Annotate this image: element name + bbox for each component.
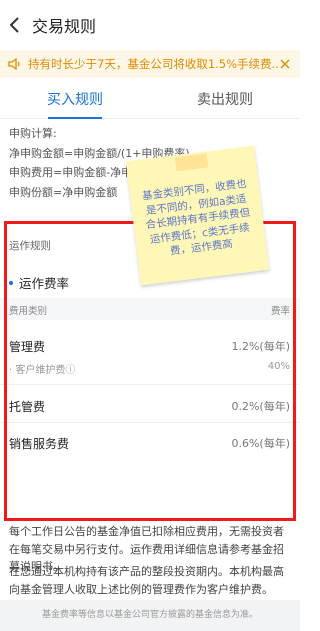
section-title: 运作规则 xyxy=(9,240,51,252)
close-icon[interactable] xyxy=(278,57,292,71)
fee-value: 0.6%(每年) xyxy=(231,437,290,450)
header-fee-type: 费用类别 xyxy=(9,306,48,317)
fee-name: 销售服务费 xyxy=(9,437,70,451)
fee-name: 管理费 xyxy=(9,340,46,354)
sub-title-text: 运作费率 xyxy=(19,276,70,291)
description-paragraph: 在您通过本机构持有该产品的整段投资期内。本机构最高向基金管理人收取上述比例的管理… xyxy=(9,565,284,596)
top-bar: 交易规则 xyxy=(0,0,300,50)
sticky-note: 基金类别不同，收费也是不同的，例如a类适合长期持有有手续费但运作费低；c类无手续… xyxy=(125,145,270,286)
back-button[interactable] xyxy=(0,0,30,50)
tab-bar: 买入规则 卖出规则 xyxy=(0,83,300,119)
tab-sell-rules[interactable]: 卖出规则 xyxy=(150,83,300,118)
footer-disclaimer: 基金费率等信息以基金公司官方披露的基金信息为准。 xyxy=(0,600,300,631)
fee-value: 1.2%(每年) xyxy=(231,340,290,353)
divider xyxy=(0,422,300,423)
tape-strip xyxy=(174,153,209,172)
bullet-dot xyxy=(9,280,13,285)
formula-heading: 申购计算: xyxy=(9,127,57,140)
sticky-note-text: 基金类别不同，收费也是不同的，例如a类适合长期持有有手续费但运作费低；c类无手续… xyxy=(141,177,251,258)
notice-bar[interactable]: 持有时长少于7天，基金公司将收取1.5%手续费... xyxy=(0,50,300,78)
fee-subname: · 客户维护费ⓘ xyxy=(9,365,76,376)
header-fee-rate: 费率 xyxy=(270,306,290,317)
sub-title: 运作费率 xyxy=(9,273,69,292)
page-title: 交易规则 xyxy=(32,17,97,36)
chevron-left-icon xyxy=(9,17,19,33)
speaker-icon xyxy=(8,57,22,71)
table-header: 费用类别 费率 xyxy=(0,298,300,320)
fee-value: 0.2%(每年) xyxy=(231,400,290,413)
fee-name: 托管费 xyxy=(9,400,46,414)
fee-subvalue: 40% xyxy=(267,361,290,372)
tab-buy-rules[interactable]: 买入规则 xyxy=(0,83,150,119)
divider xyxy=(0,384,300,385)
notice-text: 持有时长少于7天，基金公司将收取1.5%手续费... xyxy=(28,57,278,71)
